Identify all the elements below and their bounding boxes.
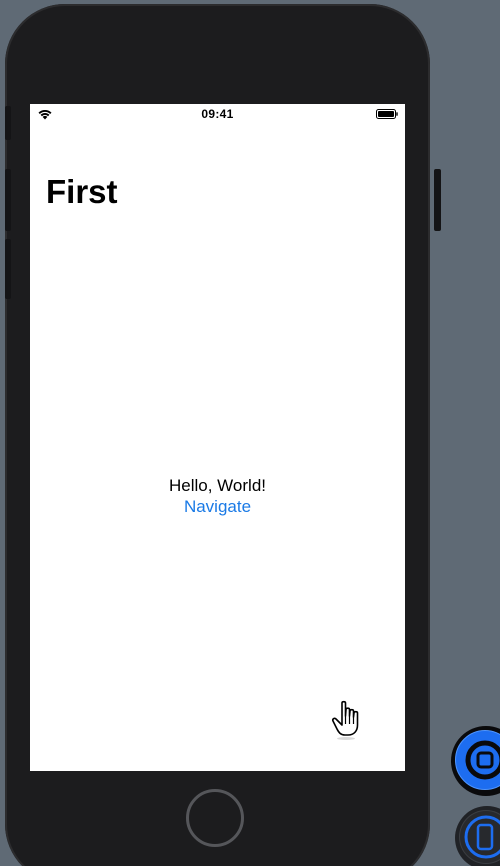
volume-down-button: [5, 239, 11, 299]
device-button-ring: [459, 810, 500, 864]
device-icon: [464, 815, 500, 859]
content-stack: Hello, World! Navigate: [30, 475, 405, 517]
mute-switch: [5, 106, 11, 140]
hello-label: Hello, World!: [169, 476, 266, 495]
home-button[interactable]: [186, 789, 244, 847]
desktop-background: 09:41 First Hello, World! Navigate: [0, 0, 500, 866]
navigate-link[interactable]: Navigate: [184, 496, 251, 517]
stop-record-button[interactable]: [451, 726, 500, 796]
volume-up-button: [5, 169, 11, 231]
navigation-title: First: [46, 173, 118, 210]
battery-icon: [376, 109, 398, 119]
stop-record-icon: [465, 740, 500, 780]
stop-record-ring: [455, 730, 500, 790]
pointer-hand-icon: [331, 700, 359, 740]
device-screen: 09:41 First Hello, World! Navigate: [30, 104, 405, 771]
power-button: [434, 169, 441, 231]
device-button[interactable]: [455, 806, 500, 866]
status-bar: 09:41: [30, 104, 405, 124]
status-time: 09:41: [201, 107, 234, 121]
